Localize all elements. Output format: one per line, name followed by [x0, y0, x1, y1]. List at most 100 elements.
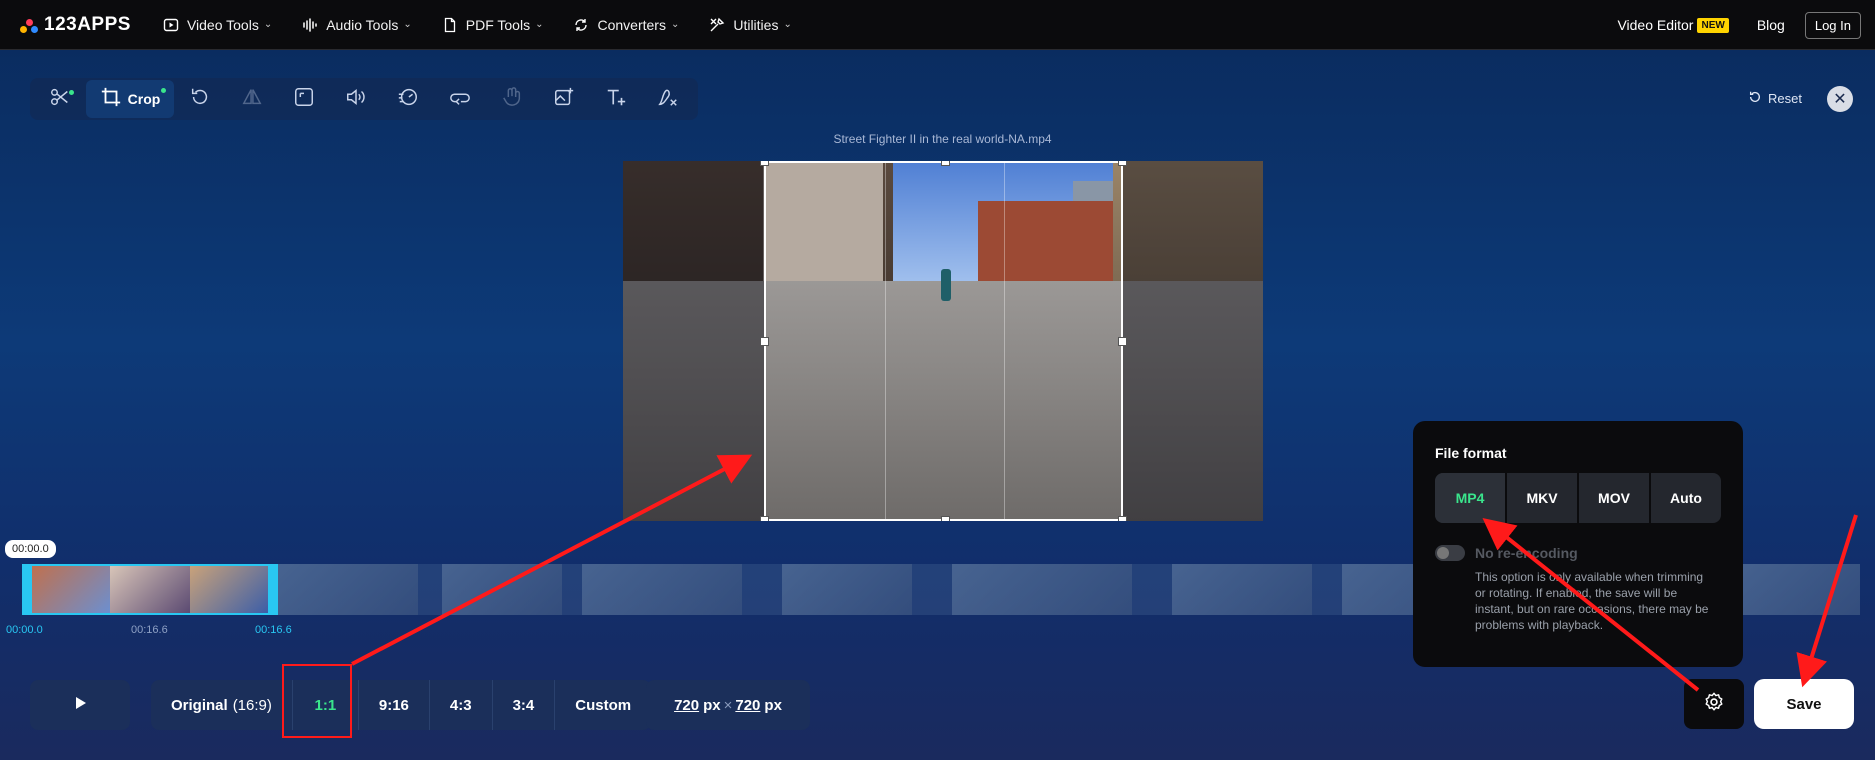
loop-icon: [449, 86, 471, 113]
playhead-time-bubble: 00:00.0: [5, 540, 56, 558]
times-icon: ×: [723, 696, 733, 714]
format-mov[interactable]: MOV: [1579, 473, 1651, 523]
gear-icon: [1703, 691, 1725, 718]
active-dot: [69, 90, 74, 95]
play-icon: [72, 695, 88, 716]
crop-icon: [100, 86, 122, 113]
nav-video-tools-label: Video Tools: [186, 16, 259, 33]
nav-converters[interactable]: Converters ⌄: [573, 17, 679, 33]
crop-handle-bottom-left[interactable]: [760, 516, 769, 521]
reset-button[interactable]: Reset: [1748, 90, 1802, 107]
tool-flip[interactable]: [226, 80, 278, 118]
crop-handle-left[interactable]: [760, 337, 769, 346]
ratio-original-label: Original: [171, 696, 228, 714]
tool-resize[interactable]: [278, 80, 330, 118]
speed-icon: [397, 86, 419, 113]
edit-toolbar: Crop: [30, 78, 698, 120]
timeline-mid-time: 00:16.6: [131, 624, 168, 636]
top-nav: 123APPS Video Tools ⌄ Audio Tools ⌄ PDF …: [0, 0, 1875, 50]
ratio-4-3[interactable]: 4:3: [430, 680, 493, 730]
tool-crop[interactable]: Crop: [86, 80, 174, 118]
format-mkv[interactable]: MKV: [1507, 473, 1579, 523]
video-editor-link[interactable]: Video Editor NEW: [1617, 17, 1729, 33]
tool-trim[interactable]: [34, 80, 86, 118]
nav-utilities-label: Utilities: [733, 16, 779, 33]
add-image-icon: [553, 86, 575, 113]
tool-speed[interactable]: [382, 80, 434, 118]
format-mp4[interactable]: MP4: [1435, 473, 1507, 523]
reset-label: Reset: [1768, 91, 1802, 106]
crop-grid-line: [885, 163, 886, 519]
ratio-original[interactable]: Original (16:9): [151, 680, 293, 730]
tool-add-image[interactable]: [538, 80, 590, 118]
utilities-icon: [709, 17, 725, 33]
logo[interactable]: 123APPS: [20, 14, 131, 36]
ratio-3-4[interactable]: 3:4: [493, 680, 556, 730]
tool-rotate[interactable]: [174, 80, 226, 118]
volume-icon: [345, 86, 367, 113]
nav-utilities[interactable]: Utilities ⌄: [709, 17, 792, 33]
chevron-down-icon: ⌄: [670, 19, 680, 30]
nav-audio-tools[interactable]: Audio Tools ⌄: [302, 17, 412, 33]
crop-handle-bottom-right[interactable]: [1118, 516, 1127, 521]
file-format-popup: File format MP4 MKV MOV Auto No re-encod…: [1413, 421, 1743, 667]
annotation-highlight-box: [282, 664, 352, 738]
flip-icon: [241, 86, 263, 113]
nav-pdf-tools[interactable]: PDF Tools ⌄: [442, 16, 544, 33]
chevron-down-icon: ⌄: [403, 19, 412, 30]
nav-pdf-tools-label: PDF Tools: [465, 16, 531, 33]
crop-outside-left: [623, 161, 764, 521]
no-reencoding-description: This option is only available when trimm…: [1475, 570, 1709, 632]
ratio-custom[interactable]: Custom: [555, 680, 651, 730]
play-button[interactable]: [30, 680, 130, 730]
resize-icon: [293, 86, 315, 113]
tool-stabilize[interactable]: [486, 80, 538, 118]
crop-handle-top-left[interactable]: [760, 161, 769, 166]
crop-handle-right[interactable]: [1118, 337, 1127, 346]
no-reencoding-row: No re-encoding: [1435, 545, 1721, 561]
aspect-ratio-bar: Original (16:9) 1:1 9:16 4:3 3:4 Custom: [151, 680, 652, 730]
ratio-9-16[interactable]: 9:16: [359, 680, 430, 730]
crop-outside-right: [1123, 161, 1263, 521]
logo-text: 123APPS: [44, 13, 131, 35]
no-reencoding-toggle[interactable]: [1435, 545, 1465, 561]
close-icon: ✕: [1833, 91, 1847, 108]
active-dot: [161, 88, 166, 93]
crop-handle-top-right[interactable]: [1118, 161, 1127, 166]
settings-button[interactable]: [1684, 679, 1744, 729]
video-icon: [163, 17, 179, 33]
chevron-down-icon: ⌄: [783, 19, 792, 30]
tool-remove-logo[interactable]: [642, 80, 694, 118]
video-preview[interactable]: [623, 161, 1263, 521]
format-auto[interactable]: Auto: [1651, 473, 1721, 523]
timeline-selection[interactable]: [22, 564, 278, 615]
timeline-start-time: 00:00.0: [6, 624, 43, 636]
tool-add-text[interactable]: [590, 80, 642, 118]
tool-volume[interactable]: [330, 80, 382, 118]
crop-box[interactable]: [760, 161, 1127, 521]
converters-icon: [573, 17, 589, 33]
crop-grid-line: [1004, 163, 1005, 519]
blog-link[interactable]: Blog: [1757, 17, 1785, 33]
height-input[interactable]: 720: [735, 697, 760, 714]
nav-audio-tools-label: Audio Tools: [326, 16, 399, 33]
crop-size: 720 px × 720 px: [646, 680, 810, 730]
crop-handle-top[interactable]: [941, 161, 950, 166]
chevron-down-icon: ⌄: [535, 19, 544, 30]
timeline-end-time: 00:16.6: [255, 624, 292, 636]
format-selector: MP4 MKV MOV Auto: [1435, 473, 1721, 523]
crop-label: Crop: [127, 91, 161, 107]
no-reencoding-label: No re-encoding: [1475, 545, 1578, 561]
close-button[interactable]: ✕: [1827, 86, 1853, 112]
ratio-original-sub: (16:9): [232, 696, 272, 714]
login-button[interactable]: Log In: [1804, 11, 1861, 39]
width-input[interactable]: 720: [674, 697, 699, 714]
save-button[interactable]: Save: [1754, 679, 1854, 729]
scissors-icon: [49, 86, 71, 113]
width-unit: px: [703, 696, 721, 714]
crop-handle-bottom[interactable]: [941, 516, 950, 521]
tool-loop[interactable]: [434, 80, 486, 118]
nav-video-tools[interactable]: Video Tools ⌄: [163, 17, 272, 33]
stabilize-icon: [501, 86, 523, 113]
reset-icon: [1748, 90, 1768, 107]
